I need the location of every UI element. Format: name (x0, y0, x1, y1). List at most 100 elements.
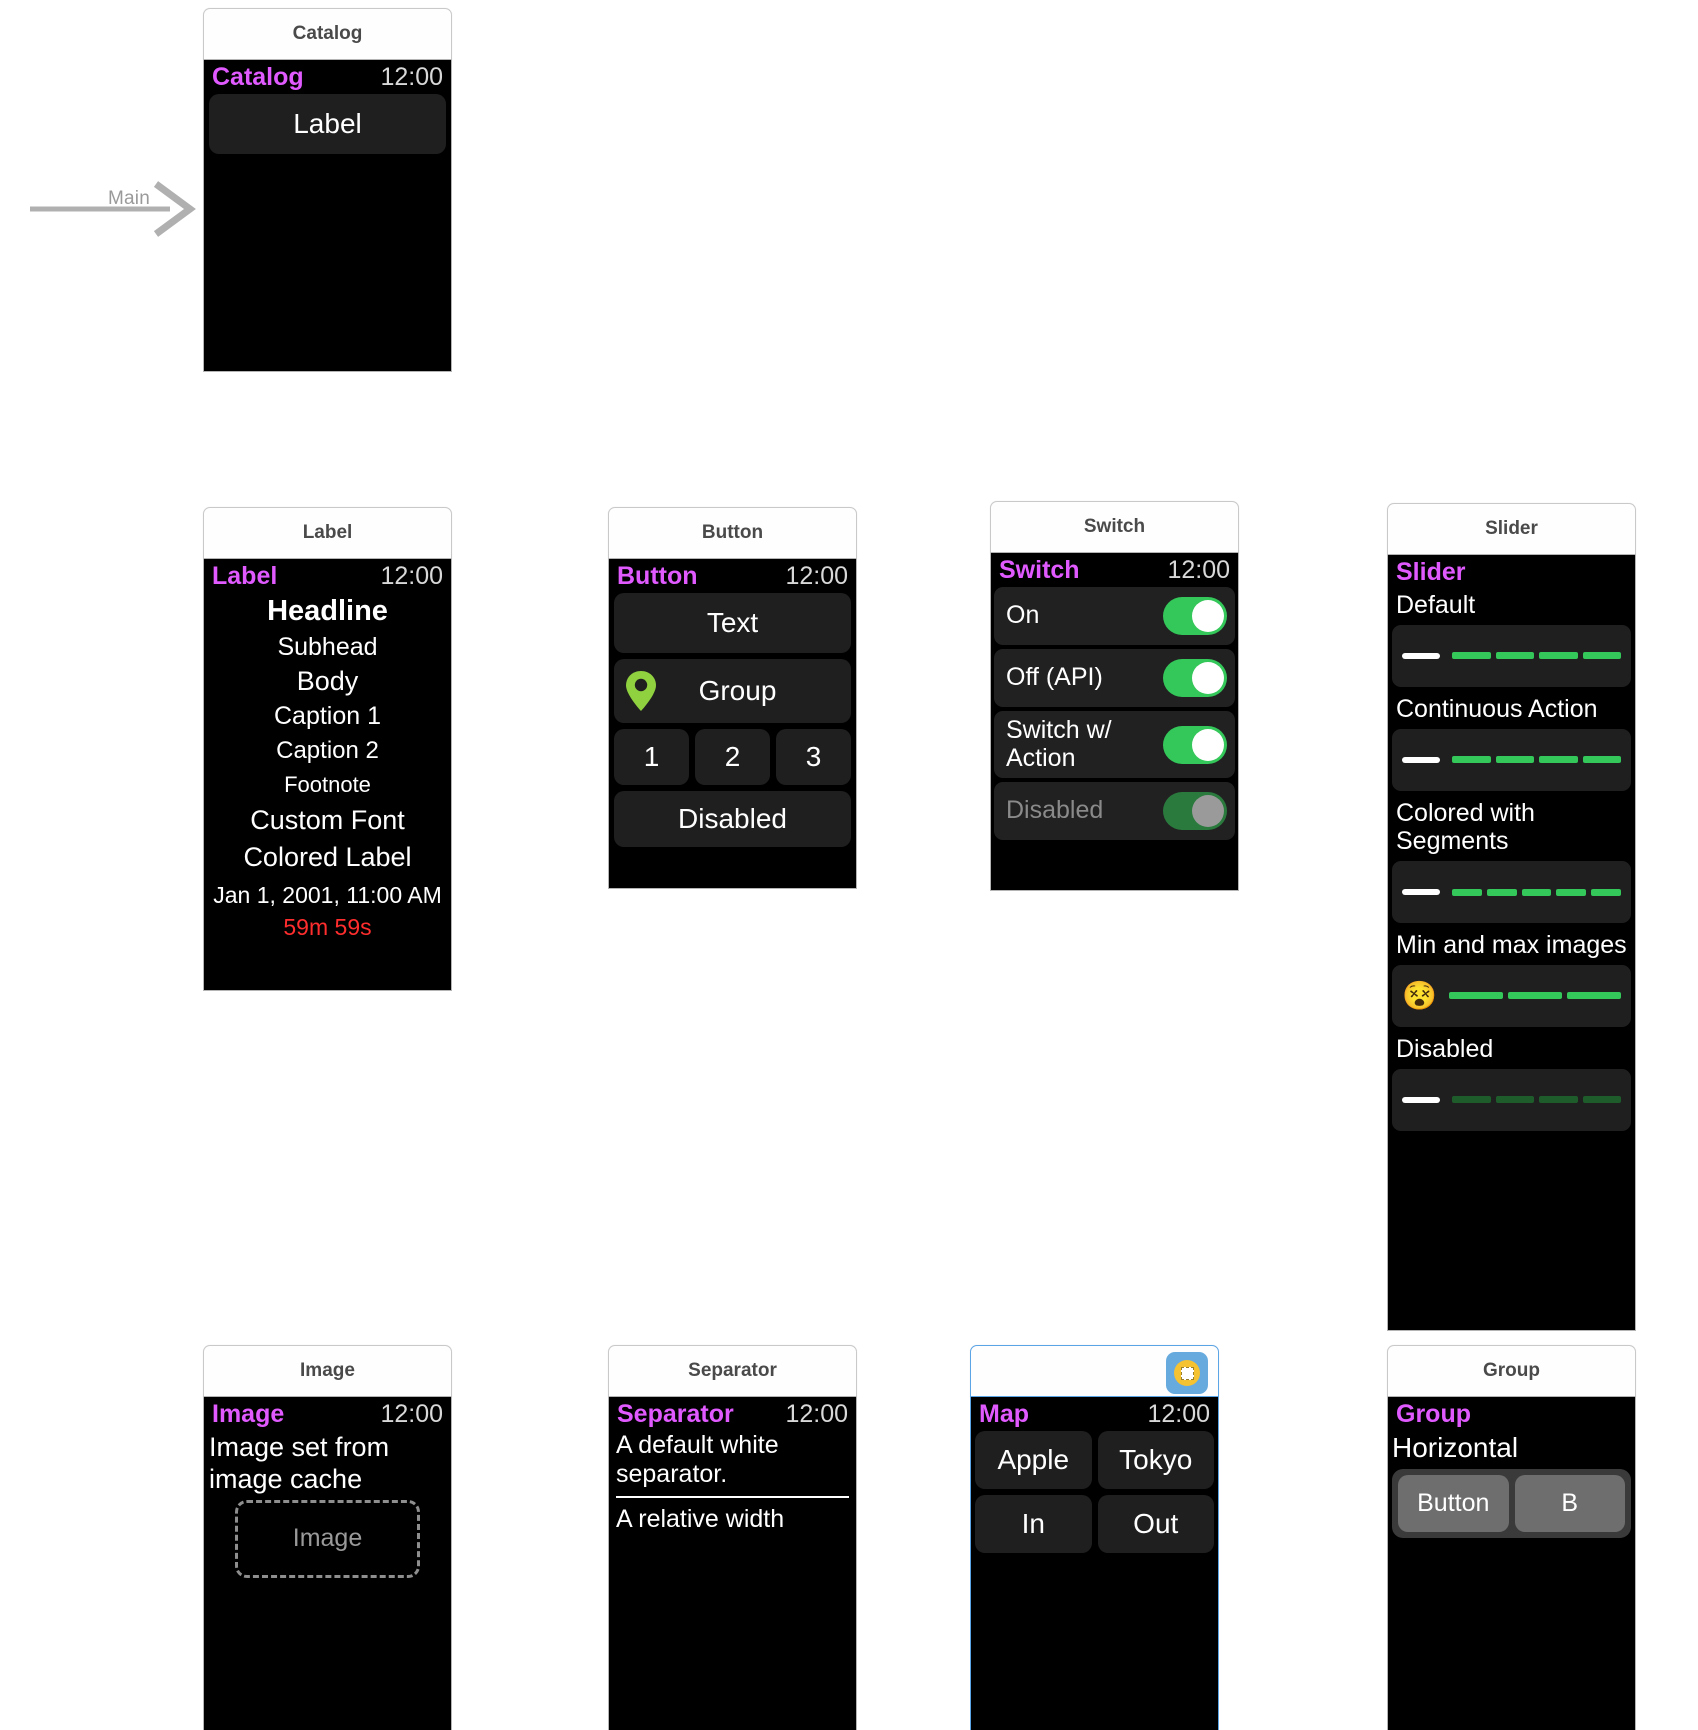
label-line: Footnote (284, 772, 371, 798)
status-bar: Group (1388, 1397, 1635, 1431)
status-bar: Slider (1388, 555, 1635, 589)
minus-icon[interactable] (1402, 889, 1440, 895)
screen-body: A default white separator. A relative wi… (609, 1431, 856, 1533)
minus-icon[interactable] (1402, 652, 1440, 659)
watch-screen[interactable]: Image 12:00 Image set from image cache I… (203, 1397, 452, 1730)
button-group[interactable]: Group (614, 659, 851, 723)
label-line: Custom Font (250, 804, 405, 835)
watch-screen[interactable]: Label 12:00 Headline Subhead Body Captio… (203, 559, 452, 991)
image-placeholder[interactable]: Image (235, 1499, 420, 1578)
scene-title-bar[interactable]: Separator (608, 1345, 857, 1397)
slider-colored[interactable] (1392, 861, 1631, 923)
scene-title-bar[interactable]: Catalog (203, 8, 452, 60)
minus-icon[interactable] (1402, 756, 1440, 763)
group-button-2[interactable]: B (1514, 1474, 1625, 1532)
scene-title: Slider (1485, 518, 1538, 539)
scene-button[interactable]: Button Button 12:00 Text Group 1 2 3 Dis… (608, 507, 857, 889)
scene-catalog[interactable]: Catalog Catalog 12:00 Label (203, 8, 452, 372)
badge-inner (1180, 1366, 1194, 1380)
slider-minmax-images[interactable]: 😵 (1392, 964, 1631, 1027)
watch-screen[interactable]: Slider Default Continuous Action Colored… (1387, 555, 1636, 1331)
scene-title: Label (302, 522, 353, 543)
dizzy-face-icon[interactable]: 😵 (1402, 981, 1437, 1010)
status-bar: Label 12:00 (204, 559, 451, 593)
button-label: Tokyo (1119, 1444, 1193, 1475)
button-label: Text (706, 607, 759, 638)
switch-label: Disabled (1006, 796, 1104, 825)
map-button-tokyo[interactable]: Tokyo (1097, 1431, 1214, 1489)
scene-title-bar[interactable]: Group (1387, 1345, 1636, 1397)
watch-screen[interactable]: Button 12:00 Text Group 1 2 3 Disabled (608, 559, 857, 889)
button-text[interactable]: Text (614, 593, 851, 653)
scene-image[interactable]: Image Image 12:00 Image set from image c… (203, 1345, 452, 1730)
status-time: 12:00 (380, 63, 443, 91)
image-placeholder-label: Image (292, 1524, 363, 1553)
map-button-out[interactable]: Out (1097, 1495, 1214, 1553)
group-button-1[interactable]: Button (1398, 1474, 1509, 1532)
scene-label[interactable]: Label Label 12:00 Headline Subhead Body … (203, 507, 452, 991)
scene-slider[interactable]: Slider Slider Default Continuous Action (1387, 503, 1636, 1331)
entry-point-label: Main (108, 188, 150, 209)
switch-row[interactable]: On (994, 587, 1235, 645)
button-number-row: 1 2 3 (614, 729, 851, 785)
map-button-apple[interactable]: Apple (975, 1431, 1092, 1489)
watch-screen[interactable]: Group Horizontal Button B (1387, 1397, 1636, 1730)
image-caption: Image set from image cache (209, 1432, 390, 1495)
switch-row[interactable]: Off (API) (994, 649, 1235, 707)
switch-label: Off (API) (1006, 663, 1103, 692)
toggle-on[interactable] (1163, 597, 1227, 635)
status-bar: Image 12:00 (204, 1397, 451, 1431)
status-app-name: Image (212, 1400, 285, 1428)
catalog-label-row[interactable]: Label (209, 94, 446, 154)
scene-map[interactable]: Map 12:00 Apple Tokyo In Out (970, 1345, 1219, 1730)
scene-title-bar[interactable]: Switch (990, 501, 1239, 553)
toggle-off-api[interactable] (1163, 659, 1227, 697)
button-2[interactable]: 2 (695, 729, 770, 785)
scene-separator[interactable]: Separator Separator 12:00 A default whit… (608, 1345, 857, 1730)
scene-switch[interactable]: Switch Switch 12:00 On Off (API) Switch … (990, 501, 1239, 891)
button-label: 3 (805, 741, 822, 772)
button-3[interactable]: 3 (776, 729, 851, 785)
button-label: Out (1133, 1508, 1179, 1539)
separator-line (616, 1495, 849, 1498)
slider-track[interactable] (1452, 652, 1621, 660)
watch-screen[interactable]: Switch 12:00 On Off (API) Switch w/ Acti… (990, 553, 1239, 891)
minus-icon (1402, 1096, 1440, 1103)
scene-title-bar[interactable]: Slider (1387, 503, 1636, 555)
label-line: Colored Label (243, 841, 412, 872)
toggle-knob (1192, 662, 1224, 694)
slider-track[interactable] (1448, 992, 1622, 1000)
button-disabled[interactable]: Disabled (614, 791, 851, 847)
storyboard-canvas[interactable]: Main Catalog Catalog 12:00 Label Label L… (0, 0, 1698, 1730)
toggle-with-action[interactable] (1163, 725, 1227, 764)
label-line: Subhead (277, 633, 378, 662)
screen-body: Label (204, 94, 451, 154)
screen-body: Headline Subhead Body Caption 1 Caption … (204, 595, 451, 941)
map-button-in[interactable]: In (975, 1495, 1092, 1553)
scene-title-bar[interactable]: Label (203, 507, 452, 559)
button-label: Disabled (678, 803, 787, 834)
scene-title-bar[interactable]: Image (203, 1345, 452, 1397)
status-bar: Separator 12:00 (609, 1397, 856, 1431)
button-label: Button (1417, 1488, 1490, 1517)
slider-track[interactable] (1452, 888, 1621, 896)
button-label: In (1021, 1508, 1045, 1539)
scene-title-bar[interactable]: Button (608, 507, 857, 559)
watch-screen[interactable]: Catalog 12:00 Label (203, 60, 452, 372)
label-line: Body (296, 666, 359, 697)
slider-continuous[interactable] (1392, 728, 1631, 791)
scene-title-bar[interactable] (970, 1345, 1219, 1397)
button-1[interactable]: 1 (614, 729, 689, 785)
switch-row[interactable]: Switch w/ Action (994, 711, 1235, 778)
document-badge-icon[interactable] (1166, 1352, 1208, 1394)
watch-screen[interactable]: Separator 12:00 A default white separato… (608, 1397, 857, 1730)
status-time: 12:00 (785, 562, 848, 590)
slider-track[interactable] (1452, 756, 1621, 763)
status-bar: Catalog 12:00 (204, 60, 451, 94)
watch-screen[interactable]: Map 12:00 Apple Tokyo In Out (970, 1397, 1219, 1730)
status-bar: Button 12:00 (609, 559, 856, 593)
button-label: Group (698, 675, 777, 706)
slider-default[interactable] (1392, 624, 1631, 687)
scene-group[interactable]: Group Group Horizontal Button B (1387, 1345, 1636, 1730)
status-app-name: Slider (1396, 558, 1466, 586)
